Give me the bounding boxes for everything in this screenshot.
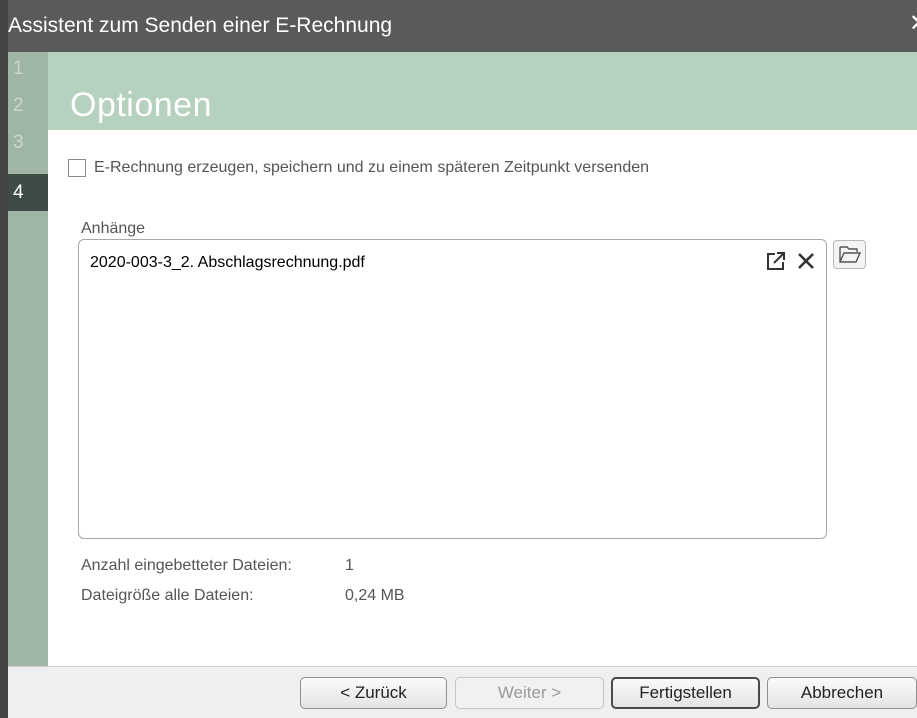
step-4-active[interactable]: 4	[8, 174, 48, 211]
attachments-label: Anhänge	[81, 220, 146, 237]
attachments-list[interactable]: 2020-003-3_2. Abschlagsrechnung.pdf	[78, 239, 827, 539]
step-1[interactable]: 1	[8, 52, 48, 89]
cancel-button[interactable]: Abbrechen	[767, 677, 917, 709]
step-3-number: 3	[13, 132, 24, 153]
finish-button[interactable]: Fertigstellen	[611, 677, 760, 709]
step-3[interactable]: 3	[8, 126, 48, 163]
folder-open-icon	[839, 246, 861, 263]
step-rail: 1 2 3 4	[8, 52, 48, 666]
page-header: Optionen	[48, 52, 917, 130]
wizard-dialog: Assistent zum Senden einer E-Rechnung ✕ …	[0, 0, 917, 718]
back-button[interactable]: < Zurück	[300, 677, 447, 709]
step-4-number: 4	[13, 182, 24, 203]
footer-bar: < Zurück Weiter > Fertigstellen Abbreche…	[8, 666, 917, 718]
step-1-number: 1	[13, 58, 24, 79]
create-later-label: E-Rechnung erzeugen, speichern und zu ei…	[94, 159, 650, 176]
embedded-count-label: Anzahl eingebetteter Dateien:	[81, 557, 292, 574]
browse-folder-button[interactable]	[833, 240, 866, 269]
attachment-item[interactable]: 2020-003-3_2. Abschlagsrechnung.pdf	[90, 254, 365, 272]
step-2-number: 2	[13, 95, 24, 116]
create-later-checkbox[interactable]	[68, 159, 86, 177]
page-title: Optionen	[70, 86, 212, 124]
step-2[interactable]: 2	[8, 89, 48, 126]
window-title: Assistent zum Senden einer E-Rechnung	[8, 14, 393, 37]
title-bar: Assistent zum Senden einer E-Rechnung ✕	[8, 0, 917, 52]
embedded-count-value: 1	[345, 557, 354, 574]
file-size-value: 0,24 MB	[345, 587, 405, 604]
remove-icon[interactable]	[795, 250, 817, 272]
next-button[interactable]: Weiter >	[455, 677, 604, 709]
file-size-label: Dateigröße alle Dateien:	[81, 587, 254, 604]
close-icon[interactable]: ✕	[909, 12, 917, 36]
create-later-option[interactable]: E-Rechnung erzeugen, speichern und zu ei…	[68, 157, 649, 179]
open-external-icon[interactable]	[765, 250, 787, 272]
